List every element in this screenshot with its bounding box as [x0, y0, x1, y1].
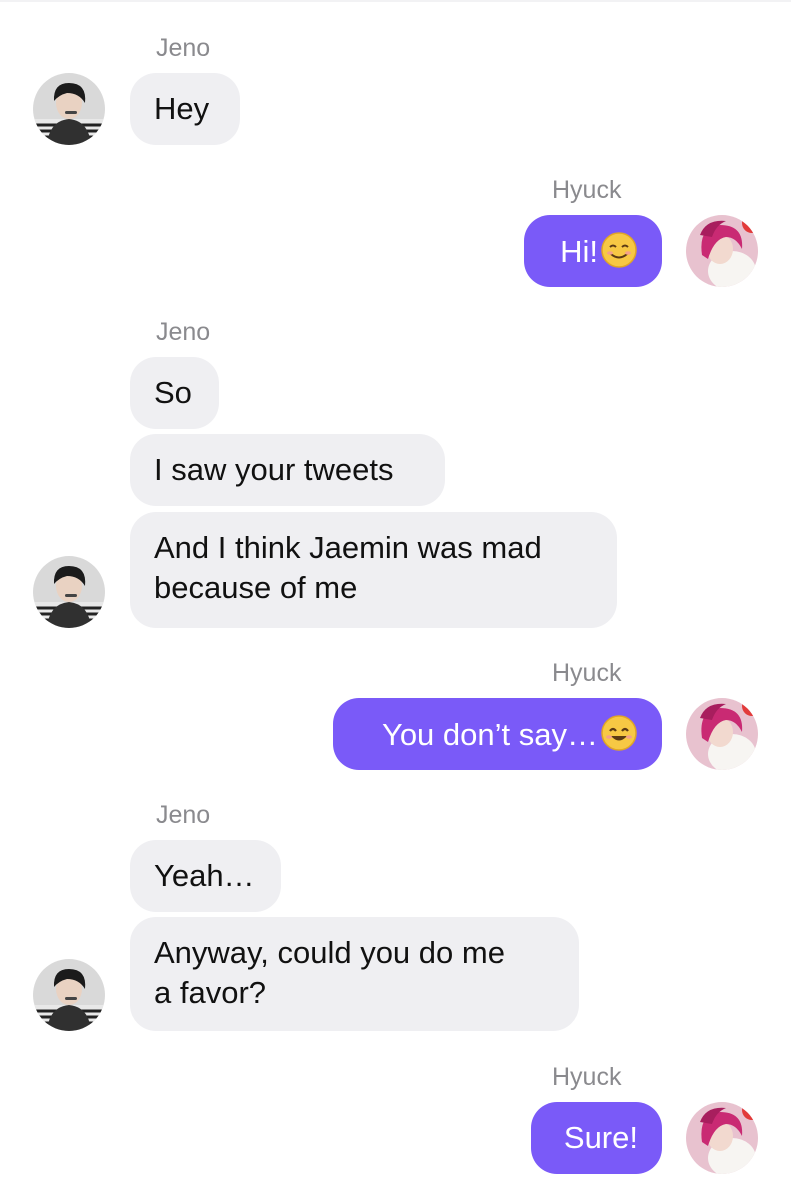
message-bubble-incoming[interactable]: So — [130, 357, 219, 429]
sender-name-hyuck: Hyuck — [552, 176, 622, 204]
avatar-jeno[interactable] — [33, 959, 105, 1031]
message-bubble-incoming[interactable]: And I think Jaemin was mad because of me — [130, 512, 617, 628]
avatar-hyuck[interactable] — [686, 215, 758, 287]
message-text: Yeah… — [154, 858, 255, 893]
message-text: Hi! — [560, 234, 598, 269]
message-text: You don’t say… — [381, 717, 598, 752]
message-text: So — [154, 375, 192, 410]
message-text: I saw your tweets — [154, 452, 394, 487]
sender-name-hyuck: Hyuck — [552, 1063, 622, 1091]
message-text-line: because of me — [154, 570, 358, 605]
avatar-hyuck[interactable] — [686, 698, 758, 770]
message-bubble-outgoing[interactable]: Sure! — [531, 1102, 662, 1174]
message-bubble-incoming[interactable]: I saw your tweets — [130, 434, 445, 506]
smiling-eyes-icon — [600, 714, 638, 752]
message-text-line: a favor? — [154, 975, 267, 1010]
sender-name-jeno: Jeno — [156, 34, 211, 62]
message-text-line: Anyway, could you do me — [154, 935, 505, 970]
message-bubble-incoming[interactable]: Anyway, could you do me a favor? — [130, 917, 579, 1031]
sender-name-hyuck: Hyuck — [552, 659, 622, 687]
sender-name-jeno: Jeno — [156, 801, 211, 829]
avatar-hyuck[interactable] — [686, 1102, 758, 1174]
message-bubble-incoming[interactable]: Yeah… — [130, 840, 281, 912]
avatar-jeno[interactable] — [33, 556, 105, 628]
top-divider — [0, 0, 791, 2]
avatar-jeno[interactable] — [33, 73, 105, 145]
message-text: Hey — [154, 91, 210, 126]
message-text-line: And I think Jaemin was mad — [154, 530, 542, 565]
sender-name-jeno: Jeno — [156, 318, 211, 346]
message-bubble-outgoing[interactable]: You don’t say… — [333, 698, 662, 770]
message-bubble-incoming[interactable]: Hey — [130, 73, 240, 145]
message-text: Sure! — [563, 1120, 638, 1155]
smiling-face-icon — [600, 231, 638, 269]
message-bubble-outgoing[interactable]: Hi! — [524, 215, 662, 287]
